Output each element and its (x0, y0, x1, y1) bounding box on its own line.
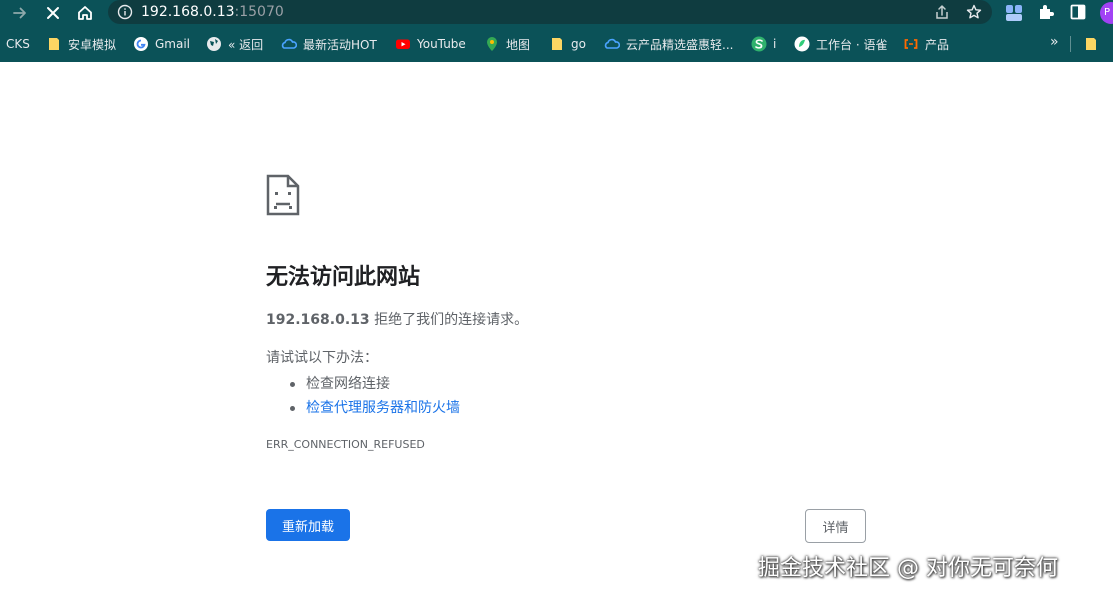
bookmarks-divider (1070, 36, 1071, 52)
bookmark-maps[interactable]: 地图 (484, 26, 530, 62)
error-code: ERR_CONNECTION_REFUSED (266, 438, 425, 451)
star-icon[interactable] (965, 3, 983, 21)
globe-icon (207, 37, 221, 51)
bookmark-other-folder[interactable] (1083, 26, 1105, 62)
info-icon[interactable] (117, 4, 133, 20)
bookmark-i[interactable]: i (751, 26, 776, 62)
google-icon (134, 37, 148, 51)
profile-avatar[interactable]: P (1100, 2, 1113, 24)
stop-loading-button[interactable] (40, 0, 66, 26)
bookmark-label: 地图 (506, 37, 531, 52)
s-logo-icon (751, 36, 767, 52)
folder-icon (552, 38, 562, 50)
cloud-icon (281, 38, 297, 49)
extension-avatar-icon[interactable] (1004, 3, 1024, 23)
sad-page-icon (266, 174, 300, 216)
watermark: 掘金技术社区 @ 对你无可奈何 (758, 556, 1058, 581)
bookmark-cks[interactable]: CKS (6, 26, 30, 62)
alicloud-icon (904, 39, 918, 49)
reload-button[interactable]: 重新加载 (266, 509, 350, 541)
bookmark-label: 产品 (925, 37, 950, 52)
home-icon (78, 6, 92, 20)
bookmarks-bar: CKS 安卓模拟 Gmail « 返回 最新活动HOT YouTube 地图 g… (0, 26, 1113, 62)
bookmark-label: YouTube (417, 37, 466, 51)
forward-button[interactable] (7, 0, 33, 26)
bookmark-label: 工作台 · 语雀 (816, 37, 888, 52)
error-description: 192.168.0.13 拒绝了我们的连接请求。 (266, 310, 528, 330)
suggestion-label: 检查网络连接 (306, 376, 390, 392)
puzzle-extensions-icon[interactable] (1037, 3, 1055, 21)
suggestions-list: 检查网络连接 检查代理服务器和防火墙 (288, 372, 460, 420)
error-host: 192.168.0.13 (266, 312, 370, 328)
bookmark-hot-events[interactable]: 最新活动HOT (281, 26, 377, 62)
suggestions-heading: 请试试以下办法： (266, 350, 378, 366)
bookmark-folder-go[interactable]: go (549, 26, 586, 62)
bookmark-label: CKS (6, 37, 30, 51)
side-panel-icon[interactable] (1069, 3, 1087, 21)
folder-icon (1086, 38, 1096, 50)
bookmark-label: i (773, 37, 777, 51)
bookmark-gmail[interactable]: Gmail (133, 26, 190, 62)
details-button[interactable]: 详情 (805, 509, 866, 543)
bookmark-back[interactable]: « 返回 (206, 26, 263, 62)
youtube-icon (396, 39, 410, 49)
error-description-text: 拒绝了我们的连接请求。 (369, 312, 529, 328)
bookmark-youtube[interactable]: YouTube (395, 26, 466, 62)
browser-toolbar: 192.168.0.13:15070 P (0, 0, 1113, 26)
url-port: :15070 (234, 4, 284, 20)
cloud-icon (604, 38, 620, 49)
arrow-right-icon (13, 7, 26, 19)
bookmark-label: go (571, 37, 586, 51)
suggestion-link[interactable]: 检查代理服务器和防火墙 (306, 400, 460, 416)
bookmark-folder-android-emulator[interactable]: 安卓模拟 (46, 26, 116, 62)
maps-icon (487, 37, 497, 51)
url-text: 192.168.0.13:15070 (141, 3, 284, 21)
bookmark-label: « 返回 (228, 37, 264, 52)
close-icon (47, 7, 59, 19)
bookmark-label: 最新活动HOT (303, 37, 377, 52)
yuque-icon (794, 36, 810, 52)
bookmark-products[interactable]: 产品 (903, 26, 949, 62)
home-button[interactable] (72, 0, 98, 26)
url-host: 192.168.0.13 (141, 4, 235, 20)
folder-icon (49, 38, 59, 50)
bookmark-label: 云产品精选盛惠轻... (626, 37, 734, 52)
suggestion-check-network: 检查网络连接 (288, 372, 460, 396)
address-bar[interactable]: 192.168.0.13:15070 (108, 0, 992, 24)
bookmark-cloud-products[interactable]: 云产品精选盛惠轻... (604, 26, 733, 62)
bookmark-label: Gmail (155, 37, 191, 51)
error-title: 无法访问此网站 (266, 265, 421, 290)
share-icon[interactable] (933, 3, 951, 21)
bookmark-yuque[interactable]: 工作台 · 语雀 (794, 26, 887, 62)
bookmarks-overflow-chevron-icon[interactable]: » (1050, 34, 1059, 50)
suggestion-check-proxy-firewall[interactable]: 检查代理服务器和防火墙 (288, 396, 460, 420)
bookmark-label: 安卓模拟 (68, 37, 117, 52)
